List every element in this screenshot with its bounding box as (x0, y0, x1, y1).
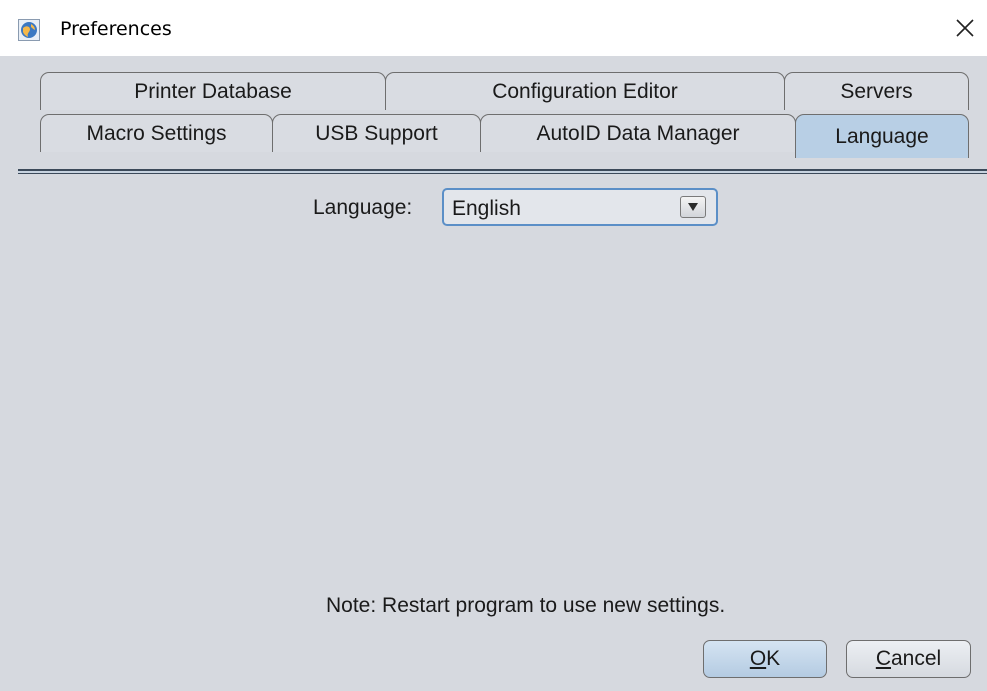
language-selected-value: English (452, 197, 521, 220)
window-title: Preferences (60, 18, 172, 40)
cancel-label-rest: ancel (890, 647, 942, 670)
app-globe-icon (18, 19, 40, 41)
tab-language[interactable]: Language (795, 114, 969, 158)
tab-label: Macro Settings (86, 121, 227, 145)
tab-label: AutoID Data Manager (536, 121, 740, 145)
tab-label: Configuration Editor (492, 79, 678, 103)
restart-note: Note: Restart program to use new setting… (326, 594, 726, 617)
tab-label: Servers (840, 79, 913, 103)
tab-autoid-data-manager[interactable]: AutoID Data Manager (480, 114, 796, 152)
tab-macro-settings[interactable]: Macro Settings (40, 114, 273, 152)
language-dropdown[interactable]: English (442, 188, 718, 226)
tab-label: Language (835, 124, 929, 148)
tab-label: Printer Database (134, 79, 292, 103)
tab-printer-database[interactable]: Printer Database (40, 72, 386, 110)
ok-button[interactable]: OK (703, 640, 827, 678)
language-label: Language: (313, 196, 413, 219)
title-bar: Preferences (0, 0, 987, 56)
close-icon (956, 19, 974, 37)
preferences-dialog: Printer Database Configuration Editor Se… (0, 56, 987, 691)
cancel-button[interactable]: Cancel (846, 640, 971, 678)
tab-configuration-editor[interactable]: Configuration Editor (385, 72, 785, 110)
tab-usb-support[interactable]: USB Support (272, 114, 481, 152)
tab-servers[interactable]: Servers (784, 72, 969, 110)
dropdown-arrow-button[interactable] (680, 196, 706, 218)
ok-mnemonic: O (749, 647, 767, 670)
ok-label-rest: K (766, 647, 781, 670)
close-button[interactable] (949, 12, 981, 44)
cancel-mnemonic: C (875, 647, 891, 670)
chevron-down-icon (688, 203, 698, 211)
tab-label: USB Support (315, 121, 438, 145)
tab-content-border (18, 169, 987, 174)
